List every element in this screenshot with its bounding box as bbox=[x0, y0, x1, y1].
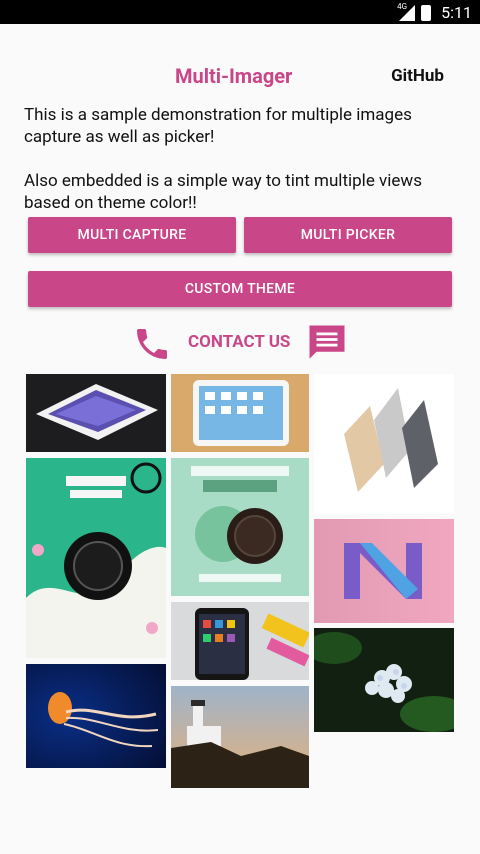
description-line-2: Also embedded is a simple way to tint mu… bbox=[24, 171, 422, 213]
gallery-image[interactable] bbox=[314, 374, 454, 514]
gallery-image[interactable] bbox=[171, 602, 309, 680]
page-title: Multi-Imager bbox=[175, 64, 293, 88]
app-header: Multi-Imager GitHub bbox=[0, 56, 480, 96]
custom-theme-button[interactable]: CUSTOM THEME bbox=[28, 271, 452, 307]
gallery-image[interactable] bbox=[314, 628, 454, 732]
status-icons: 4G 5:11 bbox=[397, 1, 472, 23]
gallery-image[interactable] bbox=[26, 664, 166, 768]
signal-icon: 4G bbox=[397, 1, 416, 21]
gallery-image[interactable] bbox=[171, 374, 309, 452]
gallery-image[interactable] bbox=[26, 458, 166, 658]
contact-us-label[interactable]: CONTACT US bbox=[188, 332, 290, 352]
multi-capture-button[interactable]: MULTI CAPTURE bbox=[28, 217, 236, 253]
battery-icon bbox=[421, 4, 432, 21]
network-type-label: 4G bbox=[397, 1, 408, 11]
gallery-image[interactable] bbox=[26, 374, 166, 452]
description-line-1: This is a sample demonstration for multi… bbox=[24, 105, 412, 147]
gallery-image[interactable] bbox=[171, 458, 309, 596]
gallery-image[interactable] bbox=[314, 519, 454, 623]
clock: 5:11 bbox=[441, 3, 472, 22]
status-bar: 4G 5:11 bbox=[0, 0, 480, 24]
gallery-image[interactable] bbox=[171, 686, 309, 788]
message-icon[interactable] bbox=[306, 322, 348, 364]
contact-row: CONTACT US bbox=[0, 322, 480, 366]
github-link[interactable]: GitHub bbox=[391, 66, 444, 86]
phone-icon[interactable] bbox=[132, 324, 172, 364]
multi-picker-button[interactable]: MULTI PICKER bbox=[244, 217, 452, 253]
